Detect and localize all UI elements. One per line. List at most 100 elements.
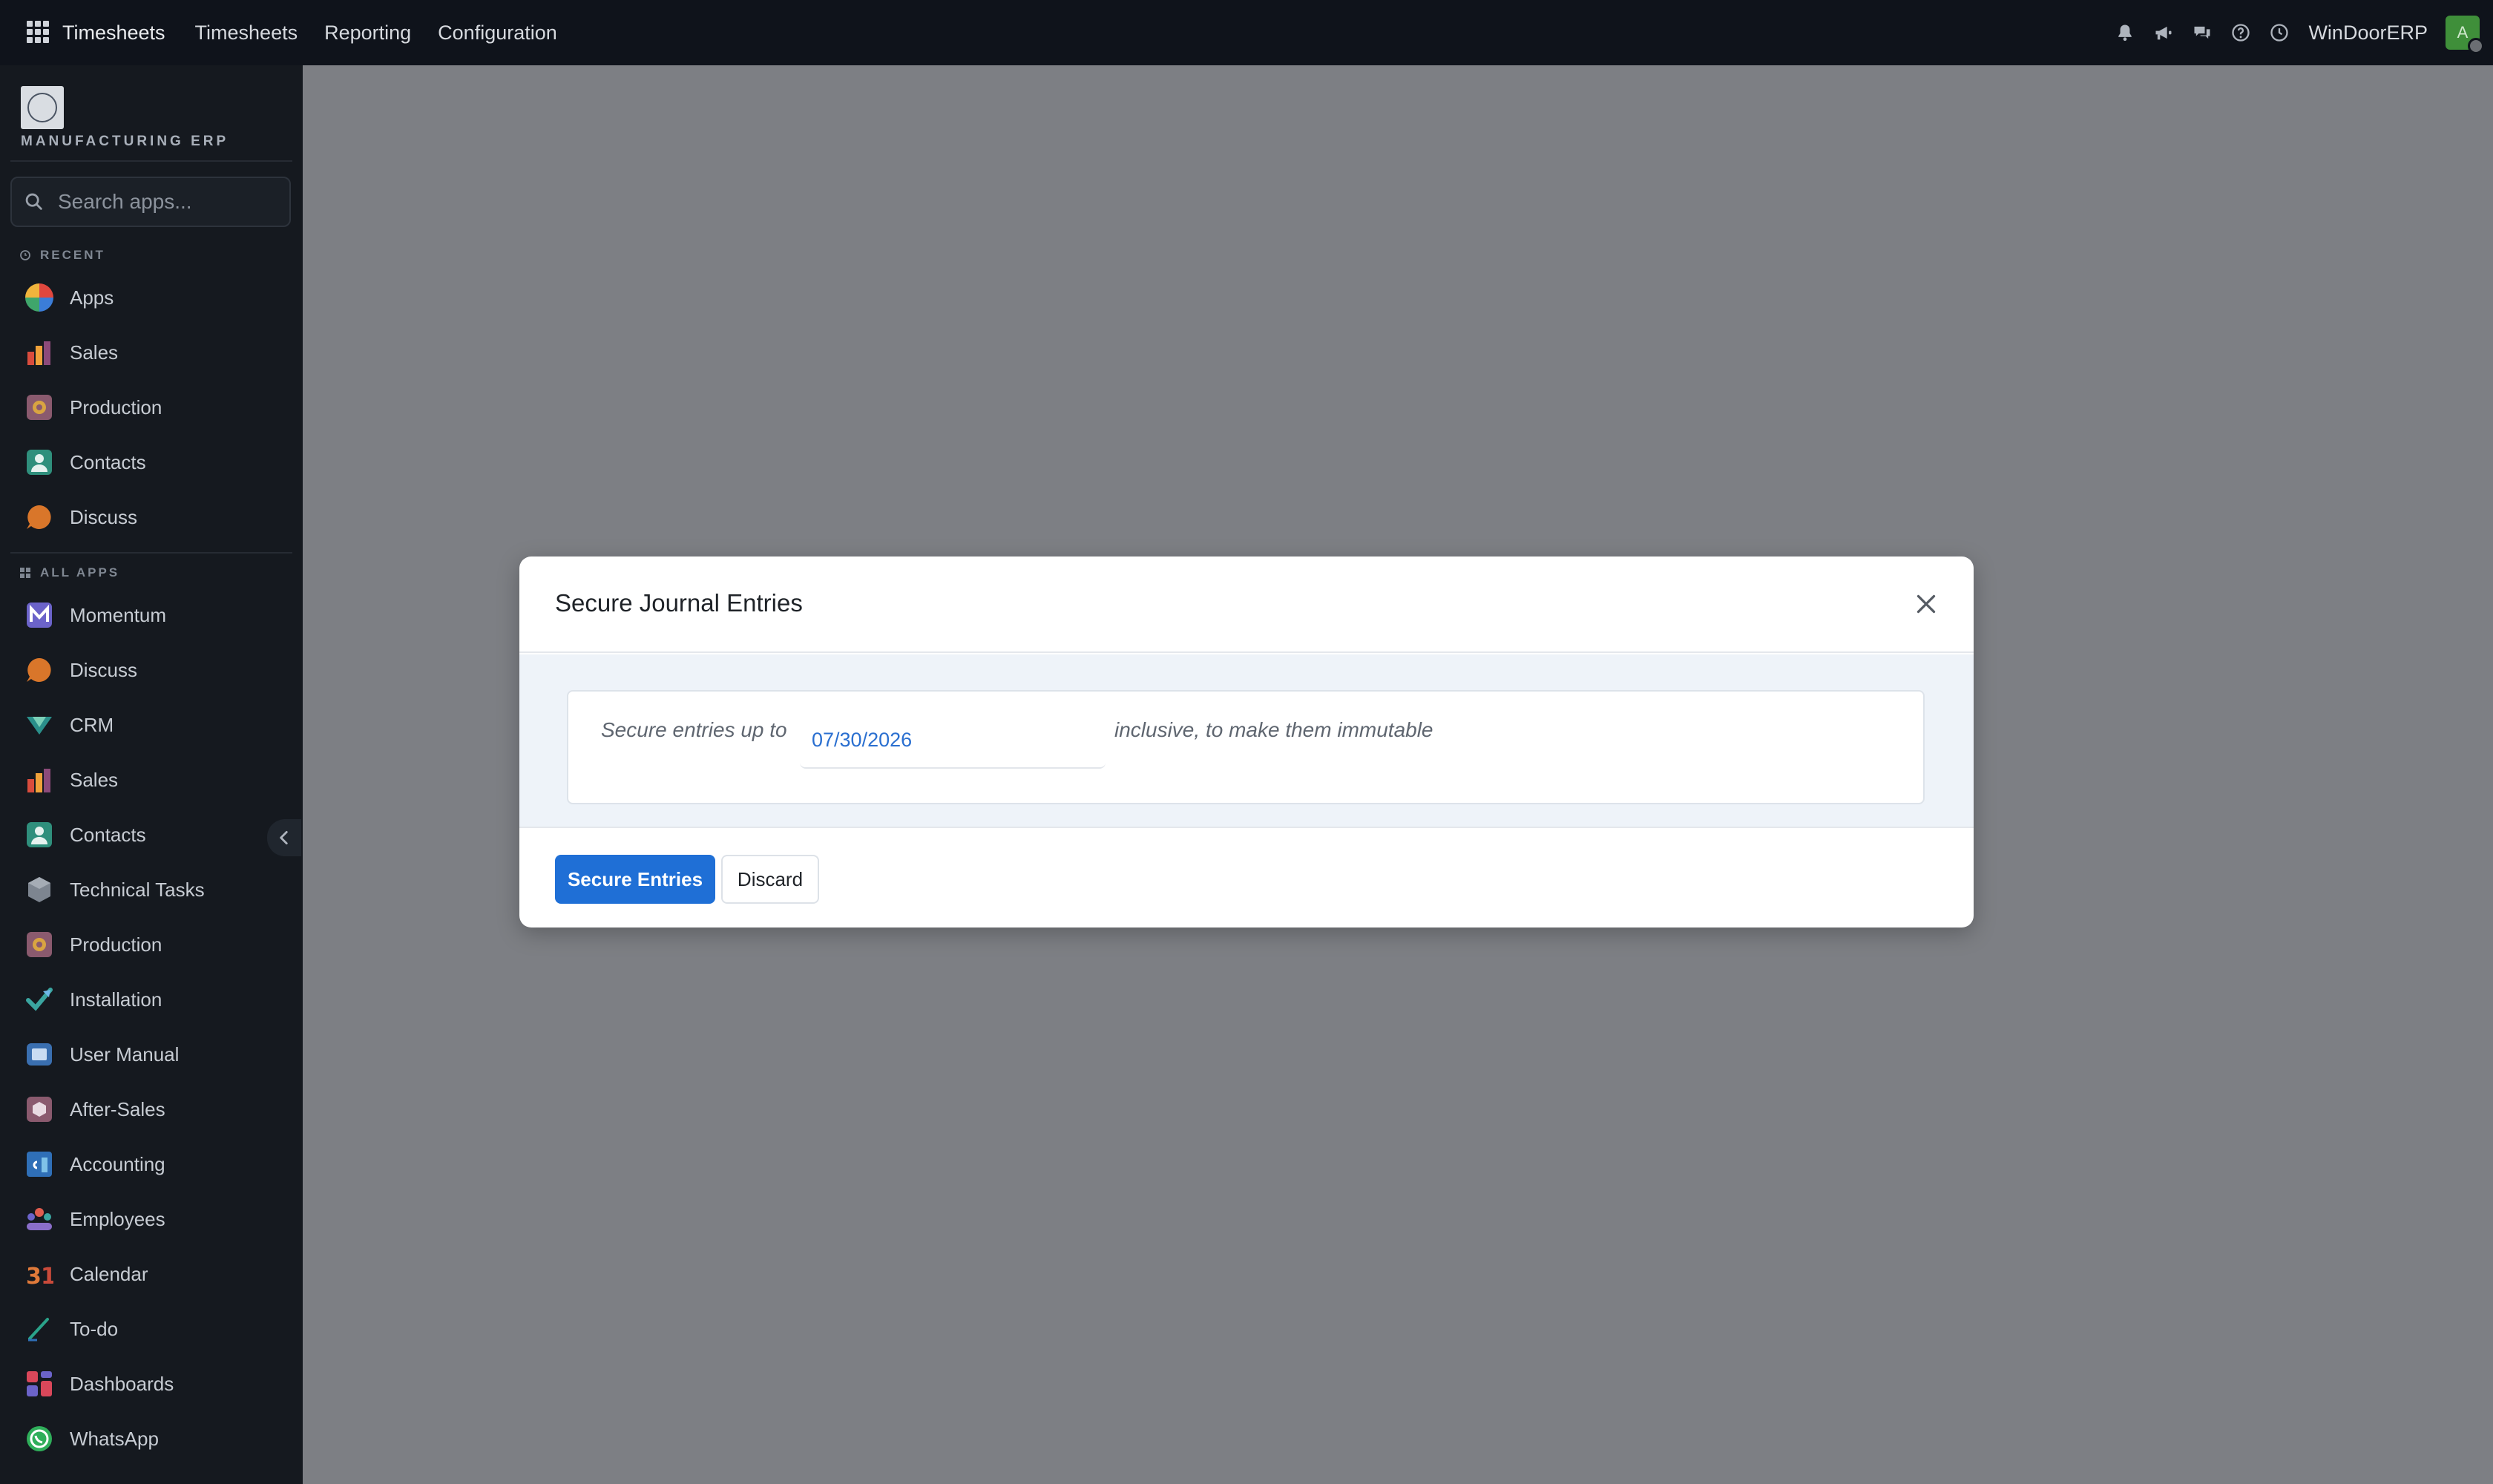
contacts-icon (25, 448, 53, 476)
menu-timesheets[interactable]: Timesheets (195, 22, 298, 45)
crm-icon (25, 711, 53, 739)
whatsapp-icon (25, 1425, 53, 1453)
secure-up-to-label: Secure entries up to (601, 718, 787, 741)
search-input[interactable] (58, 190, 280, 214)
production-icon (25, 930, 53, 959)
app-brand-timesheets[interactable]: Timesheets (62, 22, 165, 45)
sidebar-item-contacts[interactable]: Contacts (0, 435, 303, 490)
sidebar-item-label: Installation (70, 988, 162, 1011)
secure-entries-dialog: Secure Journal Entries Secure entries up… (519, 556, 1974, 928)
help-icon[interactable] (2228, 20, 2253, 45)
close-icon (1916, 594, 1936, 614)
divider (10, 160, 292, 162)
status-dot (2468, 38, 2484, 54)
sales-icon (25, 338, 53, 367)
sidebar-item-user-manual[interactable]: User Manual (0, 1027, 303, 1082)
sidebar-item-label: Technical Tasks (70, 878, 205, 901)
hash-date-field[interactable]: 07/30/2026 (800, 709, 1106, 769)
app-search[interactable] (10, 177, 291, 227)
search-icon (25, 193, 42, 210)
technical-tasks-icon (25, 876, 53, 904)
installation-icon (25, 985, 53, 1014)
dialog-header: Secure Journal Entries (519, 556, 1974, 653)
user-manual-icon (25, 1040, 53, 1068)
grid-icon (20, 568, 30, 578)
sidebar-item-label: Contacts (70, 450, 146, 473)
company-logo (21, 86, 64, 129)
todo-icon (25, 1315, 53, 1343)
dialog-body: Secure entries up to 07/30/2026 inclusiv… (519, 654, 1974, 827)
sidebar-item-apps[interactable]: Apps (0, 270, 303, 325)
sidebar-item-production[interactable]: Production (0, 917, 303, 972)
sidebar-item-sales[interactable]: Sales (0, 325, 303, 380)
recent-section-label: RECENT (19, 248, 105, 263)
dashboards-icon (25, 1370, 53, 1398)
production-icon (25, 393, 53, 421)
sidebar-item-label: Calendar (70, 1262, 148, 1285)
sidebar-item-accounting[interactable]: Accounting (0, 1137, 303, 1192)
close-button[interactable] (1910, 588, 1942, 620)
menu-reporting[interactable]: Reporting (324, 22, 411, 45)
sidebar-item-label: Production (70, 933, 162, 956)
sidebar-item-label: After-Sales (70, 1097, 165, 1120)
sidebar-item-after-sales[interactable]: After-Sales (0, 1082, 303, 1137)
chevron-left-icon (280, 831, 288, 844)
sidebar-item-label: Sales (70, 768, 119, 791)
discuss-icon (25, 503, 53, 531)
sidebar-item-production[interactable]: Production (0, 380, 303, 435)
secure-entries-button[interactable]: Secure Entries (555, 855, 715, 904)
discard-button[interactable]: Discard (721, 855, 819, 904)
top-menu: Timesheets Timesheets Reporting Configur… (62, 0, 584, 65)
momentum-icon (25, 601, 53, 629)
sidebar-item-discuss[interactable]: Discuss (0, 643, 303, 697)
megaphone-icon[interactable] (2151, 20, 2176, 45)
sidebar-item-employees[interactable]: Employees (0, 1192, 303, 1247)
form-card: Secure entries up to 07/30/2026 inclusiv… (567, 690, 1925, 804)
sidebar-item-installation[interactable]: Installation (0, 972, 303, 1027)
calendar-icon: 31 (25, 1260, 53, 1288)
chat-icon[interactable] (2190, 20, 2215, 45)
sidebar-item-label: Sales (70, 341, 119, 364)
avatar[interactable]: A (2446, 16, 2484, 54)
bell-icon[interactable] (2112, 20, 2138, 45)
dialog-footer: Secure Entries Discard (519, 827, 1974, 928)
all-apps-list: Momentum Discuss CRM Sales Contacts Technical… (0, 588, 303, 1466)
after-sales-icon (25, 1095, 53, 1123)
all-apps-section-label: ALL APPS (19, 565, 119, 580)
clock-icon[interactable] (2267, 20, 2292, 45)
sidebar: MANUFACTURING ERP RECENT Apps Sales Produc… (0, 65, 303, 1484)
company-name[interactable]: WinDoorERP (2308, 22, 2428, 45)
contacts-icon (25, 821, 53, 849)
sidebar-item-contacts[interactable]: Contacts (0, 807, 303, 862)
sidebar-item-discuss[interactable]: Discuss (0, 490, 303, 545)
sidebar-item-whatsapp[interactable]: WhatsApp (0, 1411, 303, 1466)
sidebar-item-label: Contacts (70, 823, 146, 846)
sidebar-item-label: To-do (70, 1317, 119, 1340)
top-navbar: Timesheets Timesheets Reporting Configur… (0, 0, 2493, 65)
recent-apps-list: Apps Sales Production Contacts Discuss (0, 270, 303, 545)
sidebar-item-sales[interactable]: Sales (0, 752, 303, 807)
menu-configuration[interactable]: Configuration (438, 22, 557, 45)
sidebar-item-label: Dashboards (70, 1372, 174, 1395)
immutable-note: inclusive, to make them immutable (1114, 718, 1433, 741)
divider (10, 552, 292, 554)
discuss-icon (25, 656, 53, 684)
sidebar-item-label: CRM (70, 713, 114, 736)
sidebar-item-technical-tasks[interactable]: Technical Tasks (0, 862, 303, 917)
sidebar-item-label: Apps (70, 286, 114, 309)
sidebar-item-momentum[interactable]: Momentum (0, 588, 303, 643)
employees-icon (25, 1205, 53, 1233)
sidebar-item-calendar[interactable]: 3 1 Calendar (0, 1247, 303, 1301)
sidebar-item-label: Discuss (70, 658, 138, 681)
sidebar-item-label: WhatsApp (70, 1427, 159, 1450)
apps-icon (25, 283, 53, 312)
app-grid-icon[interactable] (27, 21, 49, 43)
sidebar-item-label: Accounting (70, 1152, 165, 1175)
dialog-title: Secure Journal Entries (555, 589, 803, 617)
sidebar-item-dashboards[interactable]: Dashboards (0, 1356, 303, 1411)
sidebar-item-to-do[interactable]: To-do (0, 1301, 303, 1356)
sidebar-item-crm[interactable]: CRM (0, 697, 303, 752)
sidebar-item-label: Discuss (70, 505, 138, 528)
sidebar-item-label: Production (70, 395, 162, 418)
collapse-sidebar-button[interactable] (267, 819, 301, 856)
